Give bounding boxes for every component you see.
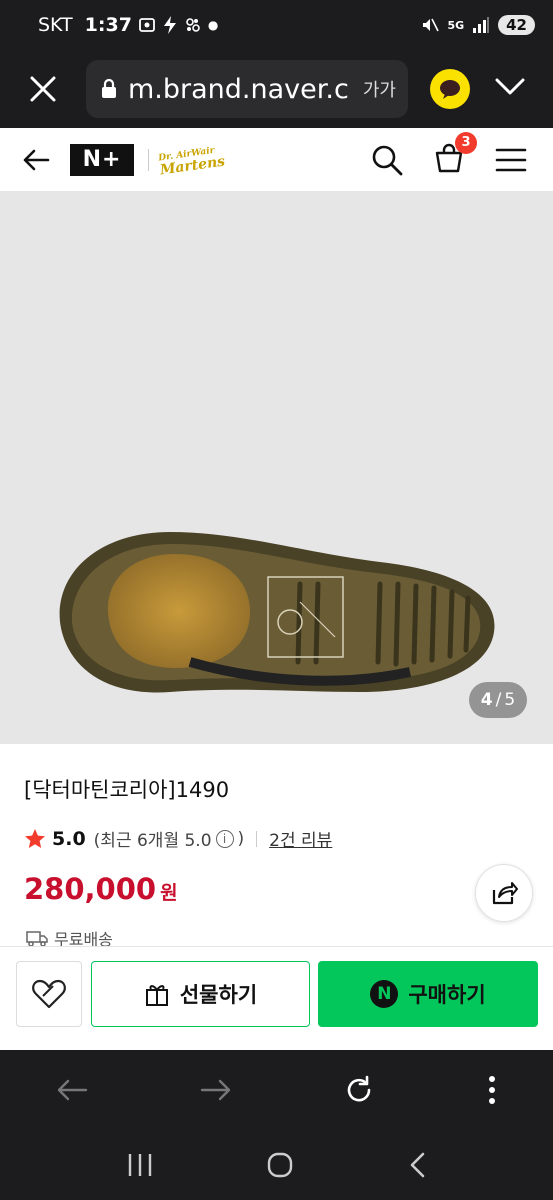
screenshot-icon [139, 18, 155, 32]
chat-bubble-icon [440, 80, 460, 99]
lightning-icon [163, 16, 176, 34]
browser-toolbar [0, 1050, 553, 1130]
image-counter-separator: / [495, 690, 502, 710]
browser-bar: m.brand.naver.c 가가 [0, 50, 553, 128]
system-back-icon[interactable] [407, 1151, 427, 1179]
purchase-bar: 선물하기 N 구매하기 [0, 946, 553, 1050]
site-header: N+ Dr. AirWair Martens 3 [0, 128, 553, 192]
refresh-icon[interactable] [343, 1074, 375, 1106]
link-icon [186, 18, 200, 32]
rating-divider [256, 830, 258, 847]
recent-apps-icon[interactable] [126, 1152, 154, 1178]
close-button[interactable] [0, 50, 86, 128]
cart-button[interactable]: 3 [433, 131, 477, 178]
screen: SKT 1:37 ● 5G 42 m.brand.naver.c 가가 N+ D… [0, 0, 553, 1200]
more-vertical-icon[interactable] [487, 1074, 497, 1106]
star-icon [25, 828, 45, 848]
naverpay-icon: N [370, 980, 399, 1008]
share-icon [492, 882, 518, 905]
shoe-sole-image [59, 532, 495, 693]
close-icon [30, 76, 56, 102]
buy-label: 구매하기 [408, 983, 486, 1007]
gift-icon [145, 985, 168, 1006]
heart-icon [32, 979, 66, 1009]
kakaotalk-button[interactable] [430, 69, 470, 109]
network-label: 5G [447, 18, 465, 32]
price-value: 280,000 [24, 872, 157, 906]
dr-martens-logo[interactable]: Dr. AirWair Martens [158, 143, 226, 178]
price-unit: 원 [160, 882, 178, 904]
url-text: m.brand.naver.c [128, 73, 349, 105]
battery-indicator: 42 [498, 15, 535, 35]
image-counter: 4 / 5 [469, 682, 527, 718]
dot-indicator: ● [207, 18, 219, 32]
product-image-carousel[interactable]: 4 / 5 [0, 192, 553, 744]
buy-button[interactable]: N 구매하기 [318, 961, 538, 1027]
rating-row: 5.0 (최근 6개월 5.0 i ) 2건 리뷰 [24, 826, 332, 851]
gift-label: 선물하기 [179, 983, 258, 1007]
share-button[interactable] [475, 864, 533, 922]
rating-recent-close: ) [237, 828, 245, 849]
forward-icon[interactable] [200, 1078, 232, 1102]
review-count-link[interactable]: 2건 리뷰 [269, 826, 332, 851]
price-row: 280,000 원 [24, 872, 178, 906]
back-arrow-icon[interactable] [22, 148, 50, 172]
hamburger-menu-icon[interactable] [495, 147, 527, 173]
mute-icon [423, 18, 440, 32]
product-title: [닥터마틴코리아]1490 [24, 778, 230, 802]
search-icon[interactable] [371, 144, 403, 176]
cart-count-badge: 3 [455, 131, 477, 154]
status-bar: SKT 1:37 ● 5G 42 [0, 0, 553, 50]
chevron-down-icon [495, 78, 525, 95]
font-size-button[interactable]: 가가 [363, 76, 396, 102]
signal-icon [473, 17, 490, 33]
image-counter-current: 4 [480, 690, 493, 710]
header-divider [148, 148, 149, 171]
more-dropdown-button[interactable] [494, 77, 526, 101]
product-info: [닥터마틴코리아]1490 5.0 (최근 6개월 5.0 i ) 2건 리뷰 … [0, 744, 553, 949]
naver-plus-logo[interactable]: N+ [70, 143, 134, 176]
gift-button[interactable]: 선물하기 [91, 961, 310, 1027]
rating-recent: (최근 6개월 5.0 [93, 831, 212, 851]
clock: 1:37 [84, 14, 132, 36]
truck-icon [26, 931, 48, 947]
system-navigation-bar [0, 1130, 553, 1200]
image-counter-total: 5 [504, 690, 516, 710]
back-icon[interactable] [56, 1078, 88, 1102]
info-icon[interactable]: i [215, 829, 234, 848]
address-bar[interactable]: m.brand.naver.c 가가 [86, 60, 408, 118]
wishlist-button[interactable] [16, 961, 82, 1027]
home-icon[interactable] [266, 1151, 294, 1179]
rating-score: 5.0 [52, 827, 86, 850]
carrier-label: SKT [38, 14, 73, 36]
lock-icon [102, 78, 116, 98]
